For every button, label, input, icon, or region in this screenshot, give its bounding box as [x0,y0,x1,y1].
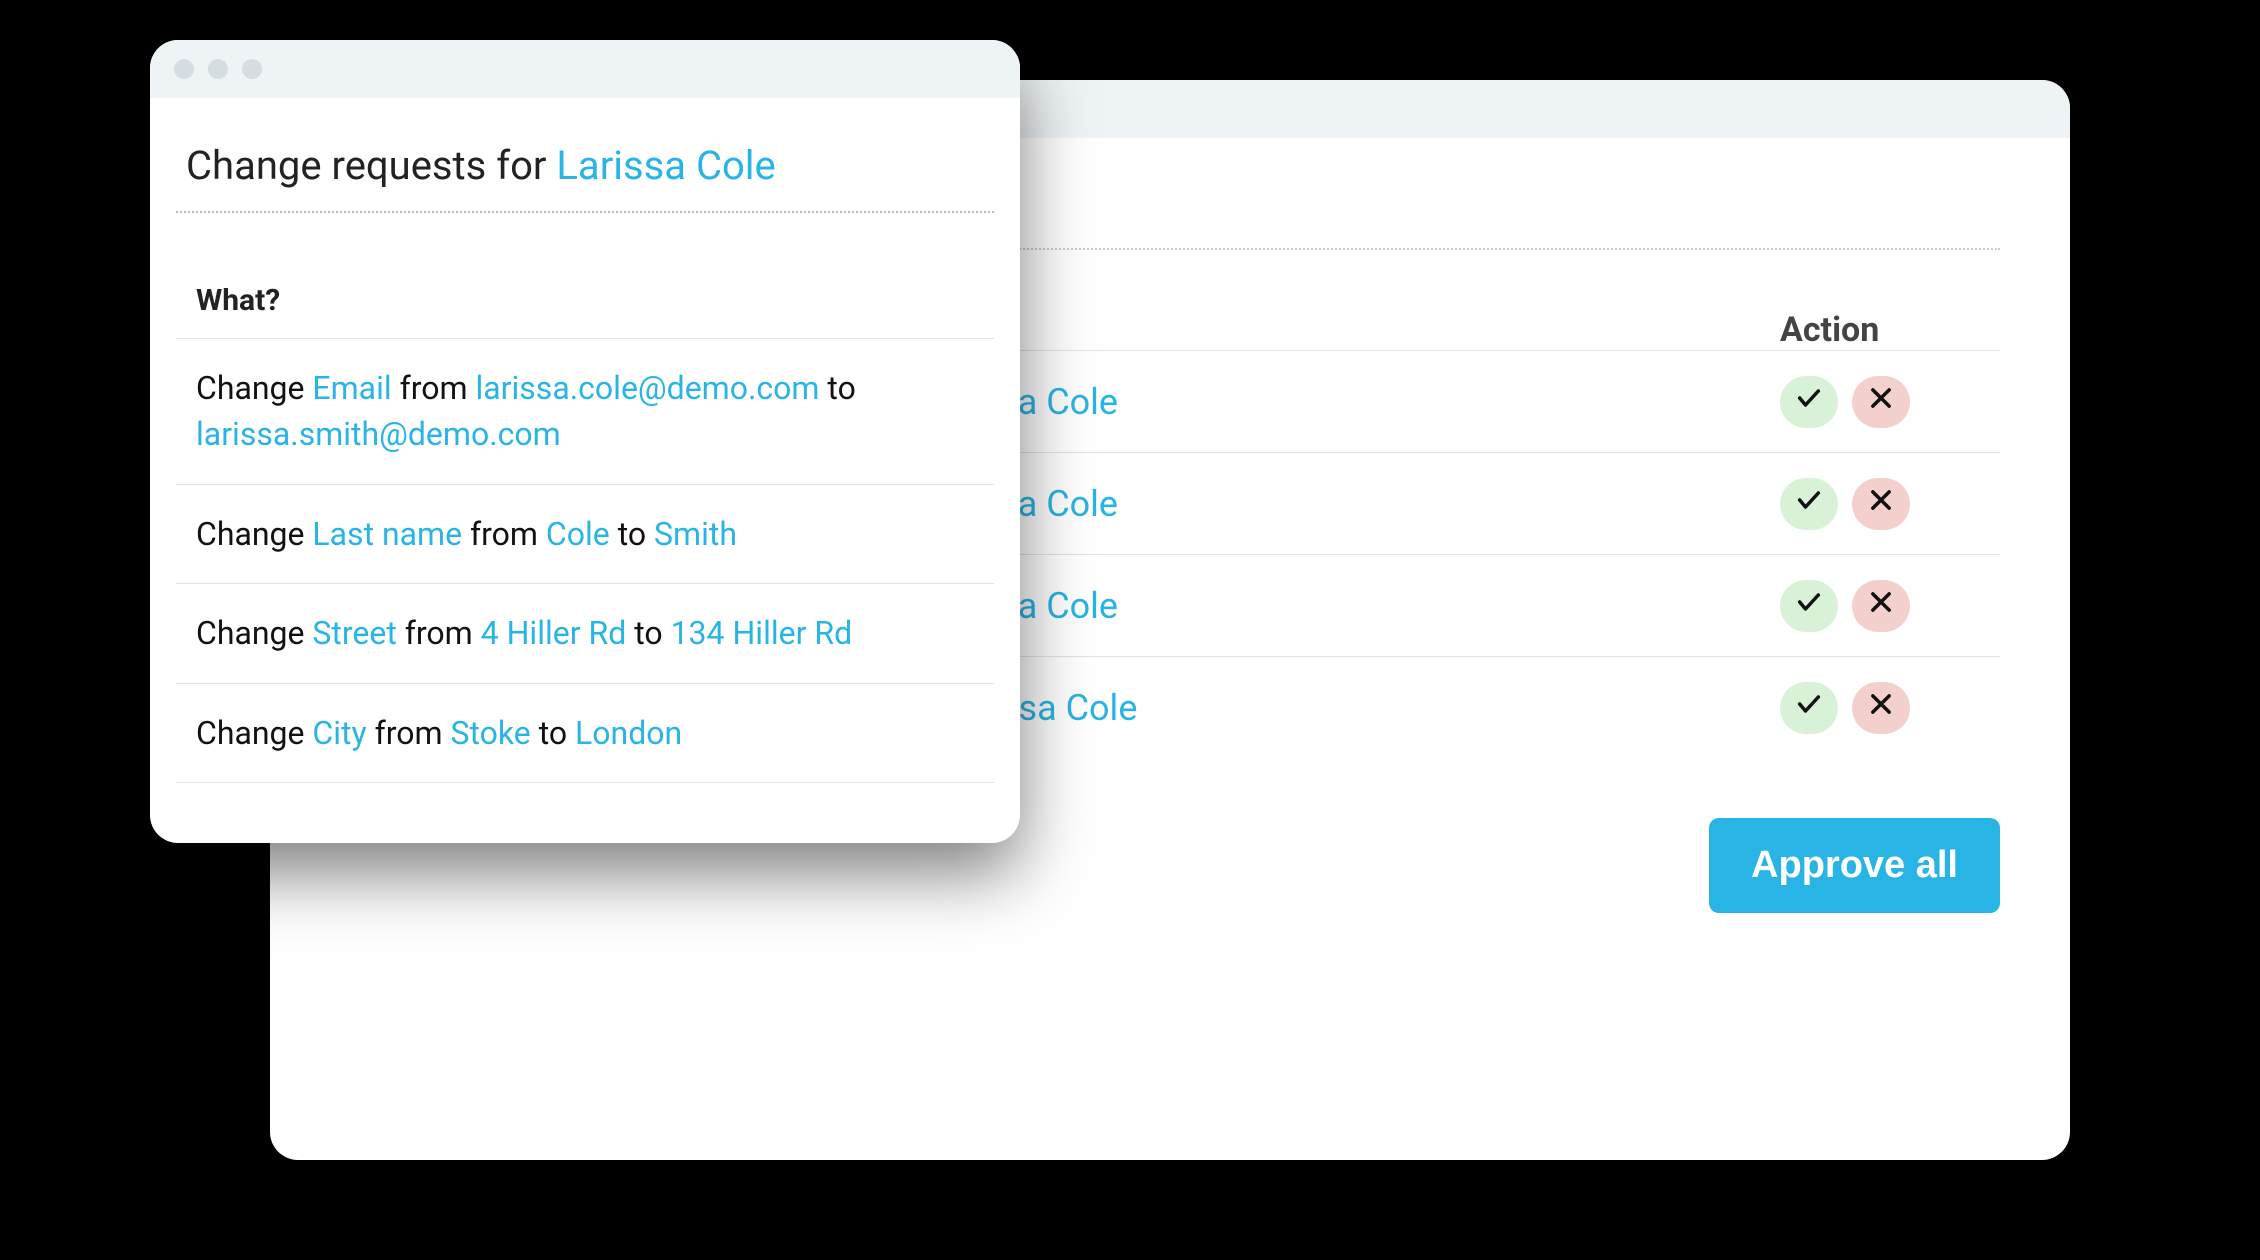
change-to-value: 134 Hiller Rd [671,614,853,652]
change-from-value: Stoke [450,714,538,752]
to-word: to [827,369,855,407]
from-word: from [375,714,451,752]
reject-button[interactable] [1852,682,1910,734]
to-word: to [634,614,670,652]
approve-button[interactable] [1780,682,1838,734]
change-field: Street [312,614,404,652]
window-titlebar [150,40,1020,98]
change-verb: Change [196,369,312,407]
change-row: Change Email from larissa.cole@demo.com … [176,338,994,484]
change-from-value: 4 Hiller Rd [481,614,635,652]
change-to-value: London [575,714,682,752]
change-requests-window: Change requests for Larissa Cole What? C… [150,40,1020,843]
check-icon [1795,690,1823,726]
change-verb: Change [196,714,312,752]
reject-button[interactable] [1852,478,1910,530]
page-title: Change requests for Larissa Cole [176,142,994,211]
change-to-value: larissa.smith@demo.com [196,415,561,453]
approve-button[interactable] [1780,376,1838,428]
to-word: to [539,714,575,752]
change-list: Change Email from larissa.cole@demo.com … [176,338,994,783]
approve-all-button[interactable]: Approve all [1709,818,2000,913]
divider [176,211,994,213]
change-verb: Change [196,614,312,652]
change-row: Change City from Stoke to London [176,683,994,783]
traffic-light-icon [208,59,228,79]
check-icon [1795,486,1823,522]
approve-button[interactable] [1780,580,1838,632]
change-from-value: Cole [546,515,618,553]
approve-button[interactable] [1780,478,1838,530]
close-icon [1867,690,1895,726]
title-prefix: Change requests for [186,142,556,189]
change-field: Last name [312,515,470,553]
check-icon [1795,588,1823,624]
check-icon [1795,384,1823,420]
from-word: from [470,515,546,553]
reject-button[interactable] [1852,580,1910,632]
traffic-light-icon [174,59,194,79]
column-header-action: Action [1780,310,2000,350]
close-icon [1867,384,1895,420]
change-from-value: larissa.cole@demo.com [475,369,827,407]
person-link[interactable]: Larissa Cole [556,142,775,189]
column-header-what: What? [196,283,984,318]
reject-button[interactable] [1852,376,1910,428]
from-word: from [405,614,481,652]
traffic-light-icon [242,59,262,79]
change-field: Email [312,369,399,407]
change-row: Change Last name from Cole to Smith [176,484,994,583]
change-row: Change Street from 4 Hiller Rd to 134 Hi… [176,583,994,682]
change-verb: Change [196,515,312,553]
close-icon [1867,588,1895,624]
close-icon [1867,486,1895,522]
change-to-value: Smith [654,515,737,553]
from-word: from [400,369,476,407]
to-word: to [618,515,654,553]
change-field: City [312,714,374,752]
